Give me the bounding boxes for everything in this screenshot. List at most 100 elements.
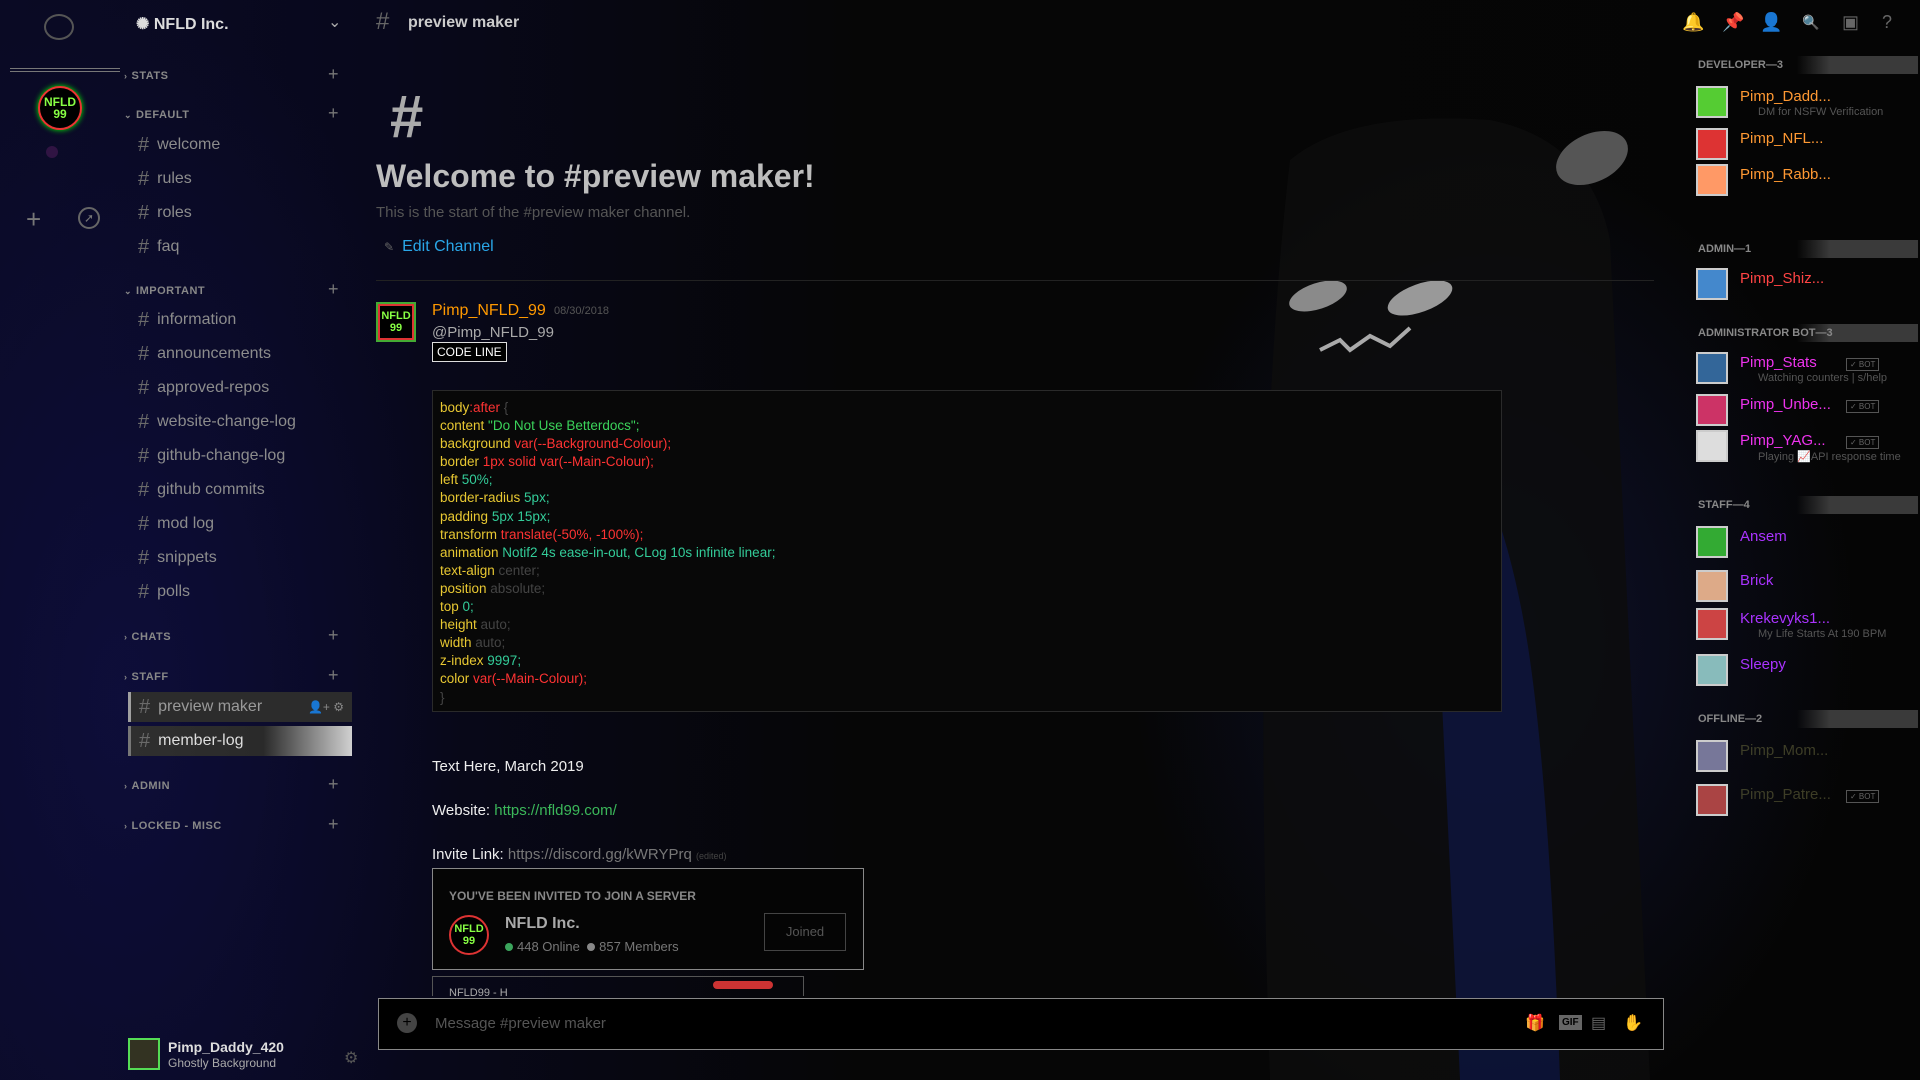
- category-admin[interactable]: › ADMIN: [124, 780, 170, 792]
- member-list: DEVELOPER—3 Pimp_Dadd... DM for NSFW Verif…: [1690, 46, 1920, 1080]
- compass-icon[interactable]: ➚: [78, 207, 100, 229]
- avatar[interactable]: [128, 1038, 160, 1070]
- add-server-icon[interactable]: +: [26, 204, 41, 235]
- server-icon-secondary[interactable]: [46, 146, 58, 158]
- channel-polls[interactable]: # polls: [138, 577, 190, 607]
- member-status: DM for NSFW Verification: [1758, 106, 1884, 118]
- create-channel-icon[interactable]: +: [328, 279, 339, 300]
- members-icon[interactable]: 👤: [1760, 12, 1782, 33]
- code-property: body: [440, 400, 470, 415]
- hash-icon: #: [139, 730, 151, 752]
- member-item[interactable]: Pimp_Patre... ✓ BOT: [1696, 780, 1920, 820]
- create-channel-icon[interactable]: +: [328, 774, 339, 795]
- edit-channel-link[interactable]: ✎ Edit Channel: [384, 238, 494, 256]
- hash-icon: #: [376, 8, 390, 35]
- code-line: left 50%;: [440, 471, 1494, 489]
- create-channel-icon[interactable]: +: [328, 814, 339, 835]
- website-link[interactable]: https://nfld99.com/: [494, 802, 617, 819]
- members-dot-icon: [587, 943, 596, 951]
- server-icon[interactable]: NFLD 99: [38, 86, 82, 130]
- channel-label: information: [157, 311, 237, 329]
- emoji-icon[interactable]: ✋: [1623, 1013, 1643, 1033]
- divider: [376, 280, 1654, 281]
- joined-button[interactable]: Joined: [764, 913, 846, 951]
- server-name-button[interactable]: ✺ NFLD Inc.: [136, 14, 229, 34]
- category-staff[interactable]: › STAFF: [124, 671, 169, 683]
- category-stats[interactable]: › STATS: [124, 70, 168, 82]
- channel-approved-repos[interactable]: # approved-repos: [138, 373, 269, 403]
- create-channel-icon[interactable]: +: [328, 64, 339, 85]
- add-attachment-icon[interactable]: +: [397, 1013, 417, 1033]
- member-item[interactable]: Krekevyks1... My Life Starts At 190 BPM: [1696, 604, 1920, 644]
- code-value: translate(-50%, -100%);: [497, 526, 644, 542]
- gif-icon[interactable]: GIF: [1559, 1015, 1582, 1030]
- avatar[interactable]: NFLD 99: [376, 302, 416, 342]
- message-input[interactable]: + Message #preview maker 🎁 GIF ▤ ✋: [378, 998, 1664, 1050]
- gear-icon[interactable]: ⚙: [344, 1048, 358, 1068]
- create-channel-icon[interactable]: +: [328, 103, 339, 124]
- help-icon[interactable]: ?: [1882, 12, 1892, 33]
- member-item[interactable]: Brick: [1696, 566, 1920, 606]
- channel-website-change-log[interactable]: # website-change-log: [138, 407, 296, 437]
- member-status: Playing 📈API response time: [1758, 451, 1901, 463]
- member-item[interactable]: Pimp_Mom...: [1696, 736, 1920, 776]
- channel-github-change-log[interactable]: # github-change-log: [138, 441, 285, 471]
- channel-settings-icons[interactable]: 👤+ ⚙: [308, 692, 344, 722]
- member-item[interactable]: Pimp_Rabb...: [1696, 160, 1920, 200]
- code-property: width: [440, 635, 472, 651]
- category-label: STAFF: [131, 671, 169, 683]
- hash-icon: #: [138, 377, 150, 399]
- avatar: [1696, 654, 1728, 686]
- gift-icon[interactable]: 🎁: [1525, 1013, 1545, 1033]
- channel-roles[interactable]: # roles: [138, 198, 192, 228]
- hash-icon: #: [138, 309, 150, 331]
- channel-announcements[interactable]: # announcements: [138, 339, 271, 369]
- search-icon[interactable]: 🔍: [1802, 14, 1819, 31]
- channel-snippets[interactable]: # snippets: [138, 543, 217, 573]
- code-line: text-align center;: [440, 562, 1494, 580]
- inbox-icon[interactable]: ▣: [1842, 12, 1859, 33]
- avatar: [1696, 526, 1728, 558]
- member-item[interactable]: Pimp_Unbe... ✓ BOT: [1696, 390, 1920, 430]
- member-item[interactable]: Ansem: [1696, 522, 1920, 562]
- code-line: z-index 9997;: [440, 652, 1494, 670]
- channel-label: website-change-log: [157, 413, 296, 431]
- channel-github-commits[interactable]: # github commits: [138, 475, 265, 505]
- pin-icon[interactable]: 📌: [1722, 12, 1744, 33]
- code-line: border-radius 5px;: [440, 489, 1494, 507]
- category-locked-misc[interactable]: › LOCKED - MISC: [124, 820, 222, 832]
- message-mention[interactable]: @Pimp_NFLD_99: [432, 324, 554, 341]
- role-header: STAFF—4: [1698, 496, 1918, 514]
- channel-rules[interactable]: # rules: [138, 164, 192, 194]
- channel-member-log[interactable]: # member-log: [128, 726, 352, 756]
- online-count: 448 Online: [517, 939, 580, 954]
- member-item[interactable]: Pimp_Dadd... DM for NSFW Verification: [1696, 82, 1920, 122]
- sticker-icon[interactable]: ▤: [1591, 1013, 1606, 1033]
- bell-icon[interactable]: 🔔: [1682, 12, 1704, 33]
- avatar: [1696, 164, 1728, 196]
- member-item[interactable]: Pimp_Stats Watching counters | s/help ✓ BO…: [1696, 348, 1920, 388]
- member-item[interactable]: Pimp_NFL...: [1696, 124, 1920, 164]
- channel-information[interactable]: # information: [138, 305, 236, 335]
- create-channel-icon[interactable]: +: [328, 665, 339, 686]
- message-author[interactable]: Pimp_NFLD_99: [432, 302, 546, 320]
- caret-icon: ›: [124, 781, 128, 791]
- channel-mod-log[interactable]: # mod log: [138, 509, 214, 539]
- invite-link[interactable]: https://discord.gg/kWRYPrq: [508, 846, 692, 863]
- channel-welcome[interactable]: # welcome: [138, 130, 220, 160]
- category-chats[interactable]: › CHATS: [124, 631, 171, 643]
- code-line: border 1px solid var(--Main-Colour);: [440, 453, 1494, 471]
- member-item[interactable]: Sleepy: [1696, 650, 1920, 690]
- channel-faq[interactable]: # faq: [138, 232, 179, 262]
- caret-icon: ›: [124, 821, 128, 831]
- channel-preview-maker[interactable]: # preview maker 👤+ ⚙: [128, 692, 352, 722]
- code-line: animation Notif2 4s ease-in-out, CLog 10…: [440, 544, 1494, 562]
- direct-messages-icon[interactable]: [44, 14, 74, 40]
- code-value: "Do Not Use Betterdocs";: [484, 418, 640, 434]
- member-item[interactable]: Pimp_YAG... Playing 📈API response time ✓ B…: [1696, 426, 1920, 466]
- create-channel-icon[interactable]: +: [328, 625, 339, 646]
- member-item[interactable]: Pimp_Shiz...: [1696, 264, 1920, 304]
- category-important[interactable]: ⌄ IMPORTANT: [124, 285, 205, 297]
- category-default[interactable]: ⌄ DEFAULT: [124, 109, 189, 121]
- chevron-down-icon[interactable]: ⌄: [328, 12, 341, 32]
